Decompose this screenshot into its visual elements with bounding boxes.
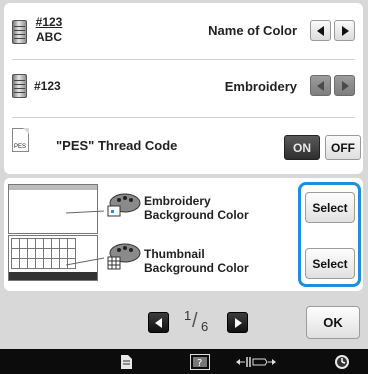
pes-thread-code-label: "PES" Thread Code [56, 138, 178, 153]
left-arrow-icon [317, 26, 324, 36]
ok-button[interactable]: OK [306, 306, 360, 339]
embroidery-color-number: #123 [34, 79, 61, 93]
name-of-color-next-button[interactable] [334, 20, 355, 41]
thread-spool-icon [12, 20, 27, 44]
name-of-color-prev-button[interactable] [310, 20, 331, 41]
page-slash: / [192, 310, 198, 332]
pes-file-label: PES [14, 144, 27, 150]
page-total: 6 [201, 319, 209, 334]
color-name-abbrev: ABC [36, 30, 62, 44]
background-color-panel: Embroidery Background Color Thumbnail Ba… [4, 178, 363, 291]
pes-file-icon: PES [12, 128, 29, 152]
name-of-color-label: Name of Color [208, 23, 297, 38]
embroidery-background-label-line1: Embroidery [144, 194, 211, 208]
page-next-button[interactable] [227, 312, 248, 333]
left-arrow-icon [155, 318, 162, 328]
preview-bar [9, 185, 97, 190]
bottom-bar: ? [0, 349, 368, 374]
right-arrow-icon [342, 26, 349, 36]
page-prev-button[interactable] [148, 312, 169, 333]
palette-icon [105, 192, 141, 218]
page-current: 1 [184, 308, 192, 323]
help-icon[interactable]: ? [190, 353, 210, 370]
embroidery-row: #123 Embroidery [4, 60, 363, 116]
embroidery-background-label-line2: Background Color [144, 208, 249, 222]
file-corner-fold [23, 128, 29, 134]
palette-grid-icon [105, 243, 141, 271]
width-icon[interactable] [236, 353, 276, 370]
pes-thread-code-row: PES "PES" Thread Code ON OFF [4, 118, 363, 174]
svg-text:?: ? [197, 358, 202, 369]
thread-spool-icon [12, 74, 27, 98]
thumbnail-background-label-line2: Background Color [144, 261, 249, 275]
left-arrow-icon [317, 81, 324, 91]
embroidery-label: Embroidery [224, 79, 297, 94]
pager: 1 / 6 OK [0, 302, 368, 342]
embroidery-next-button[interactable] [334, 75, 355, 96]
embroidery-background-label: Embroidery Background Color [144, 194, 249, 222]
clock-icon[interactable] [333, 353, 351, 370]
pes-on-toggle[interactable]: ON [284, 135, 320, 160]
settings-panel: #123 ABC Name of Color #123 Embroidery P… [4, 3, 363, 174]
connector-lines [66, 210, 105, 266]
embroidery-prev-button[interactable] [310, 75, 331, 96]
right-arrow-icon [235, 318, 242, 328]
thumbnail-background-select-button[interactable]: Select [305, 248, 355, 279]
color-code-fraction: #123 ABC [31, 15, 67, 44]
right-arrow-icon [342, 81, 349, 91]
thumbnail-background-label: Thumbnail Background Color [144, 247, 249, 275]
page-indicator: 1 / 6 [180, 308, 216, 338]
color-number: #123 [35, 15, 63, 29]
pes-off-toggle[interactable]: OFF [325, 135, 361, 160]
thumbnail-background-label-line1: Thumbnail [144, 247, 205, 261]
embroidery-background-select-button[interactable]: Select [305, 192, 355, 223]
page-icon[interactable] [119, 353, 133, 370]
name-of-color-row: #123 ABC Name of Color [4, 3, 363, 58]
